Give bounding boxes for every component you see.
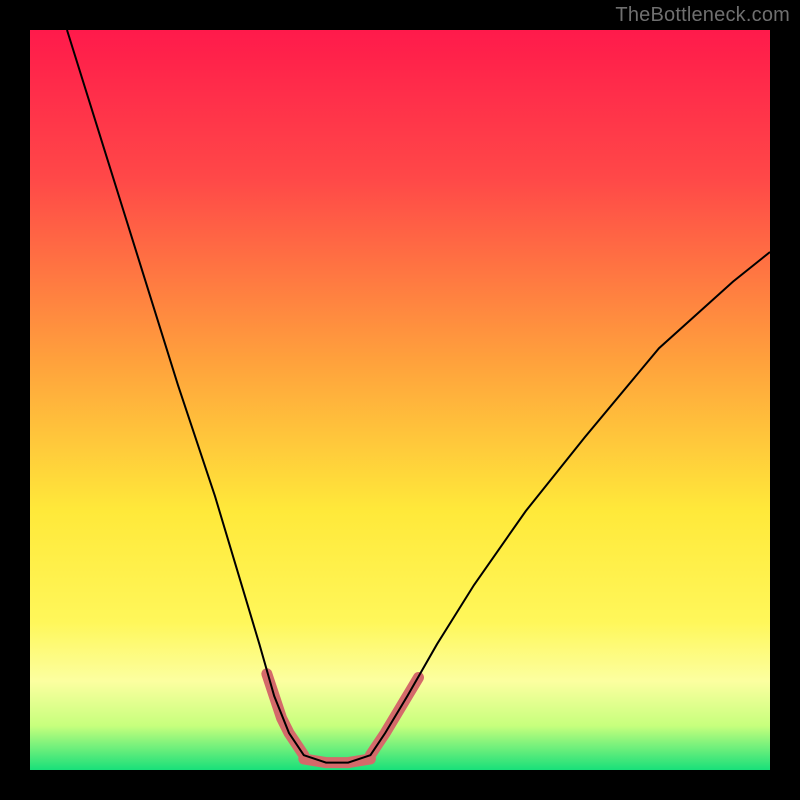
chart-svg bbox=[30, 30, 770, 770]
plot-area bbox=[30, 30, 770, 770]
chart-frame: TheBottleneck.com bbox=[0, 0, 800, 800]
gradient-background bbox=[30, 30, 770, 770]
watermark-text: TheBottleneck.com bbox=[615, 4, 790, 27]
